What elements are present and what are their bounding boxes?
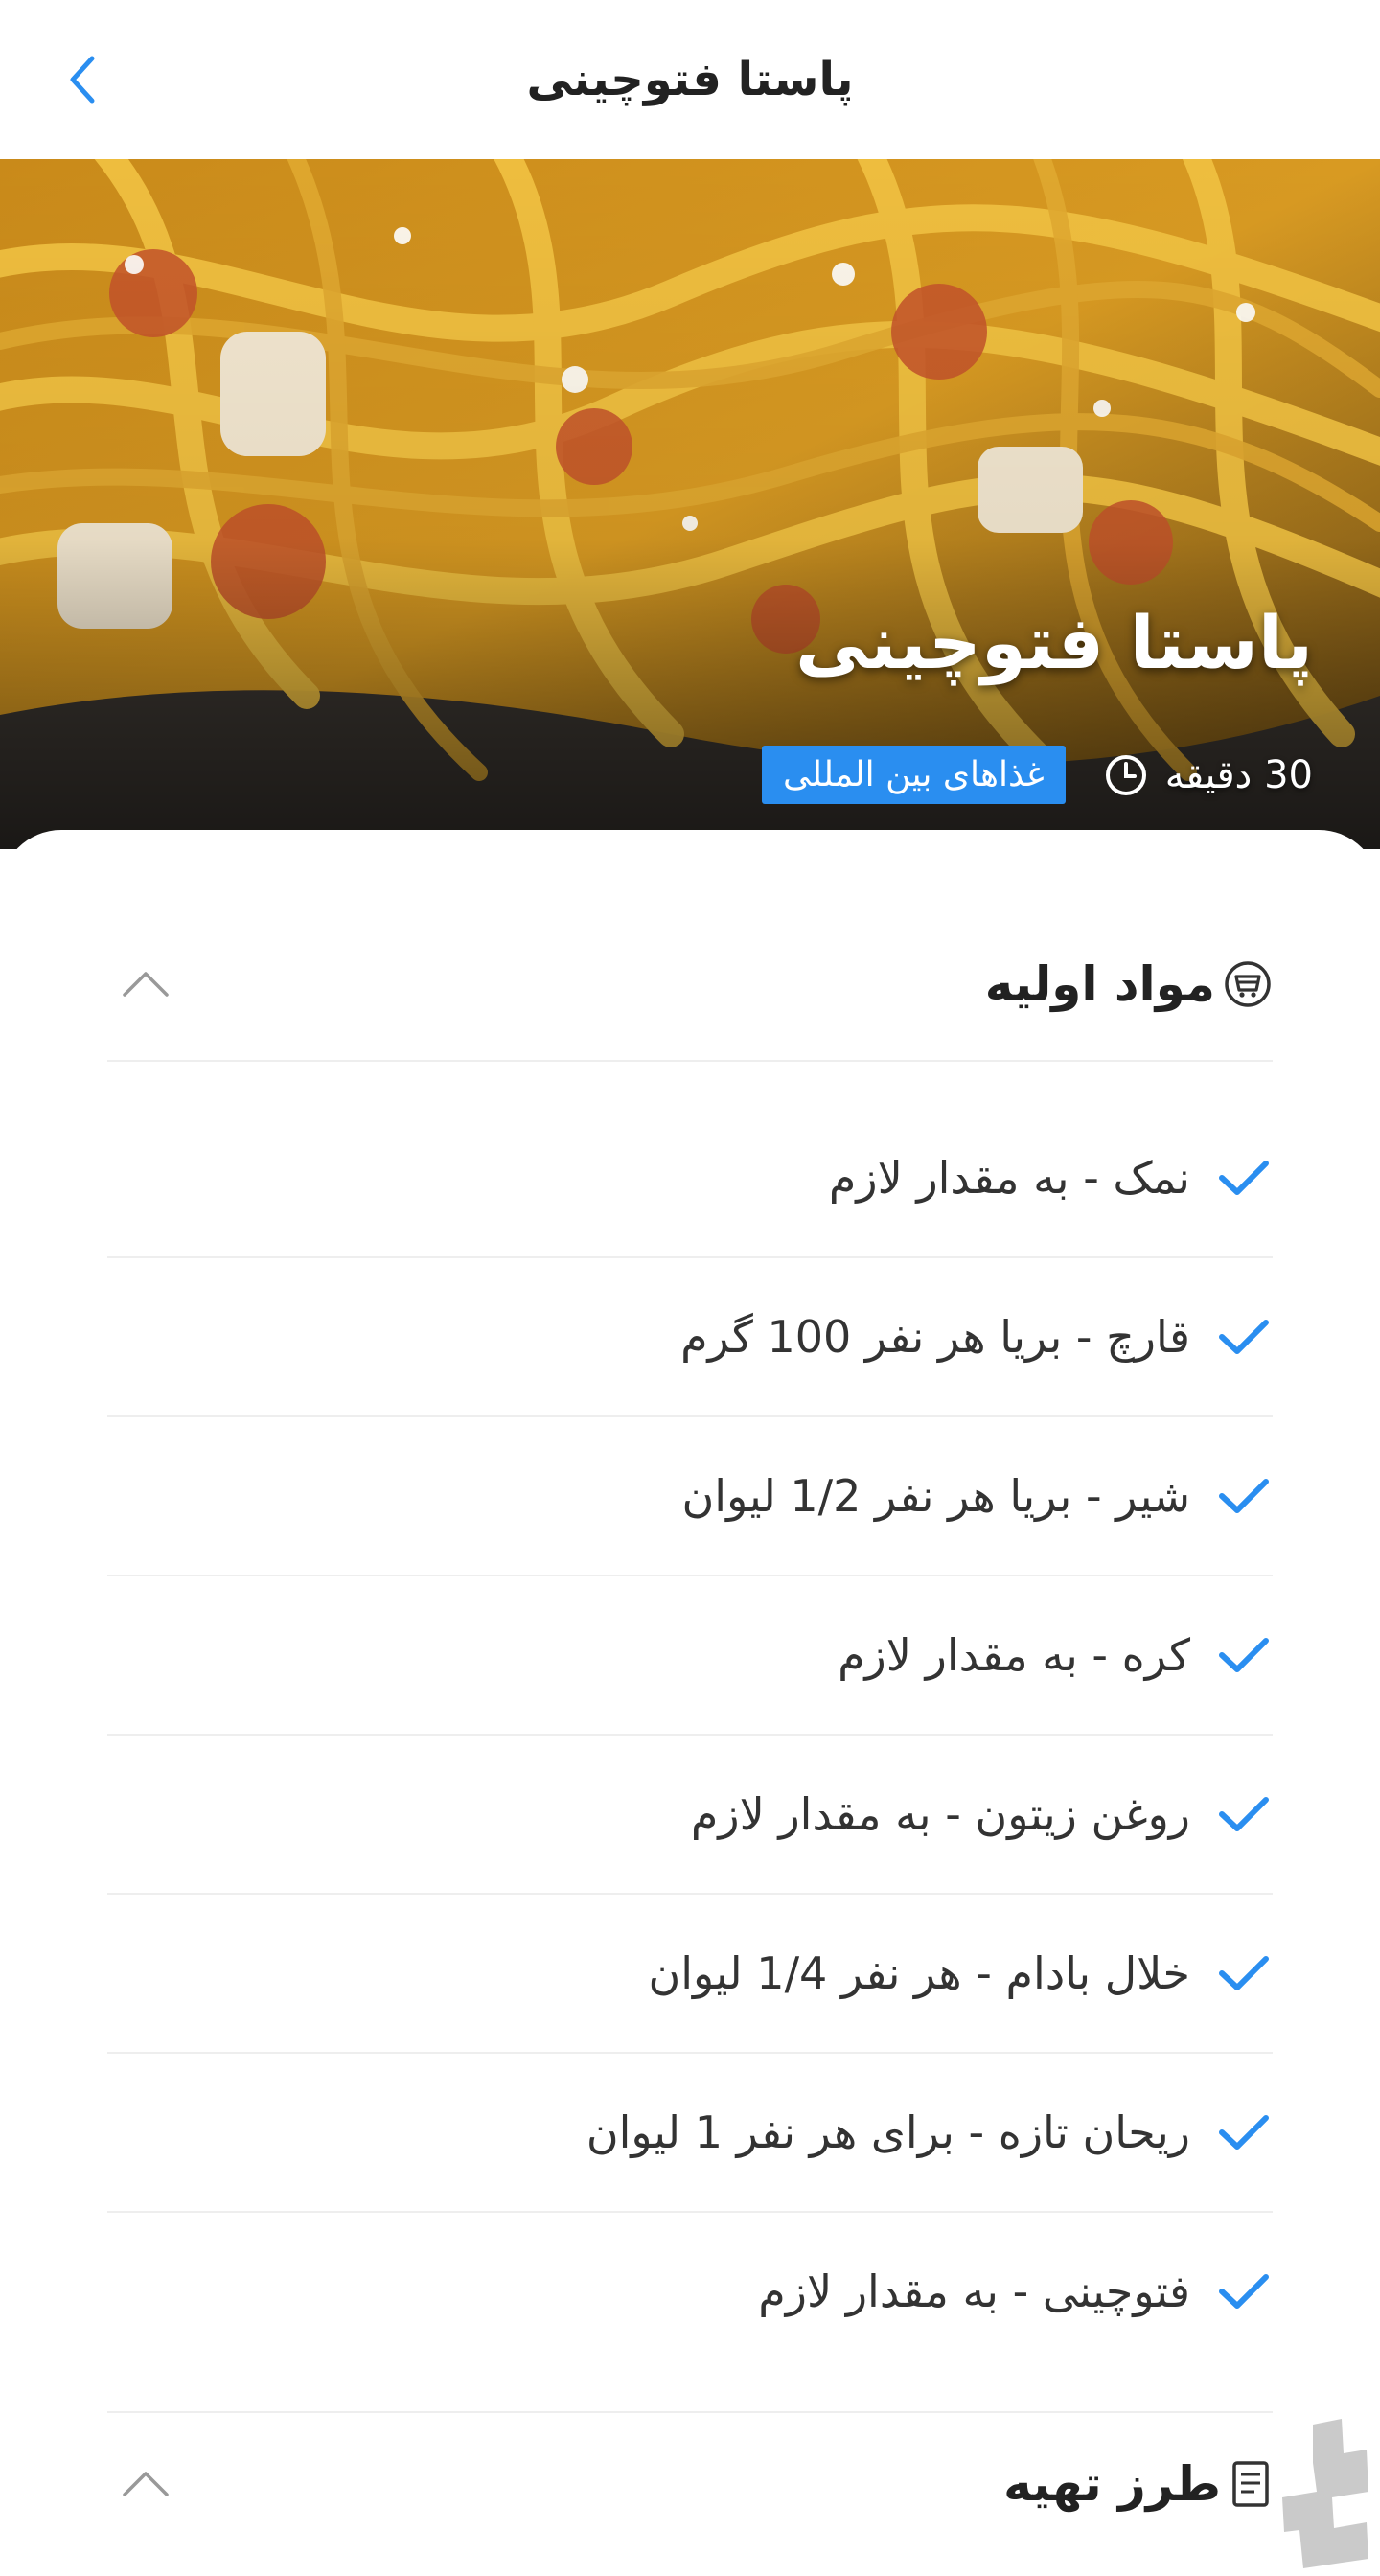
ingredient-item: فتوچینی - به مقدار لازم — [107, 2213, 1273, 2370]
ingredient-item: کره - به مقدار لازم — [107, 1576, 1273, 1736]
ingredient-item: نمک - به مقدار لازم — [107, 1099, 1273, 1258]
recipe-title: پاستا فتوچینی — [795, 600, 1313, 685]
ingredient-text: ریحان تازه - برای هر نفر 1 لیوان — [586, 2106, 1190, 2158]
divider — [107, 1060, 1273, 1062]
ingredient-text: شیر - بریا هر نفر 1/2 لیوان — [681, 1470, 1190, 1522]
collapse-ingredients-button[interactable] — [107, 946, 184, 1023]
preparation-title: طرز تهیه — [1003, 2456, 1221, 2512]
ingredients-title-group: مواد اولیه — [985, 956, 1273, 1012]
chevron-up-icon — [123, 2472, 169, 2496]
ingredient-item: روغن زیتون - به مقدار لازم — [107, 1736, 1273, 1895]
cooking-time: 30 دقیقه — [1104, 753, 1313, 797]
check-icon — [1215, 1626, 1273, 1684]
ingredient-text: فتوچینی - به مقدار لازم — [758, 2266, 1190, 2317]
ingredient-item: شیر - بریا هر نفر 1/2 لیوان — [107, 1417, 1273, 1576]
cooking-time-label: 30 دقیقه — [1164, 752, 1313, 797]
document-icon — [1232, 2461, 1269, 2507]
ingredient-text: خلال بادام - هر نفر 1/4 لیوان — [648, 1947, 1190, 1999]
divider — [107, 2411, 1273, 2413]
preparation-title-group: طرز تهیه — [1003, 2456, 1273, 2512]
collapse-preparation-button[interactable] — [107, 2446, 184, 2522]
check-icon — [1215, 2263, 1273, 2320]
ingredient-text: کره - به مقدار لازم — [838, 1629, 1190, 1681]
clock-icon — [1105, 754, 1146, 795]
chevron-up-icon — [123, 972, 169, 997]
ingredients-title: مواد اولیه — [984, 956, 1215, 1012]
ingredients-list: نمک - به مقدار لازم قارچ - بریا هر نفر 1… — [107, 1099, 1273, 2370]
category-badge[interactable]: غذاهای بین المللی — [762, 746, 1066, 804]
recipe-meta: غذاهای بین المللی 30 دقیقه — [762, 746, 1313, 804]
preparation-header[interactable]: طرز تهیه — [107, 2426, 1273, 2542]
basket-icon — [1225, 961, 1271, 1007]
ingredient-item: ریحان تازه - برای هر نفر 1 لیوان — [107, 2054, 1273, 2213]
app-header: پاستا فتوچینی — [0, 0, 1380, 159]
ingredient-text: قارچ - بریا هر نفر 100 گرم — [680, 1311, 1190, 1363]
check-icon — [1215, 1467, 1273, 1525]
check-icon — [1215, 1149, 1273, 1207]
ingredient-text: نمک - به مقدار لازم — [828, 1152, 1190, 1204]
check-icon — [1215, 2104, 1273, 2161]
ingredients-header[interactable]: مواد اولیه — [107, 927, 1273, 1042]
ingredient-item: خلال بادام - هر نفر 1/4 لیوان — [107, 1895, 1273, 2054]
ingredient-text: روغن زیتون - به مقدار لازم — [690, 1788, 1190, 1840]
page-title: پاستا فتوچینی — [526, 53, 854, 106]
recipe-hero-image: پاستا فتوچینی غذاهای بین المللی 30 دقیقه — [0, 159, 1380, 849]
store-logo-icon — [1275, 2415, 1380, 2572]
check-icon — [1215, 1785, 1273, 1843]
check-icon — [1215, 1944, 1273, 2002]
ingredient-item: قارچ - بریا هر نفر 100 گرم — [107, 1258, 1273, 1417]
check-icon — [1215, 1308, 1273, 1366]
